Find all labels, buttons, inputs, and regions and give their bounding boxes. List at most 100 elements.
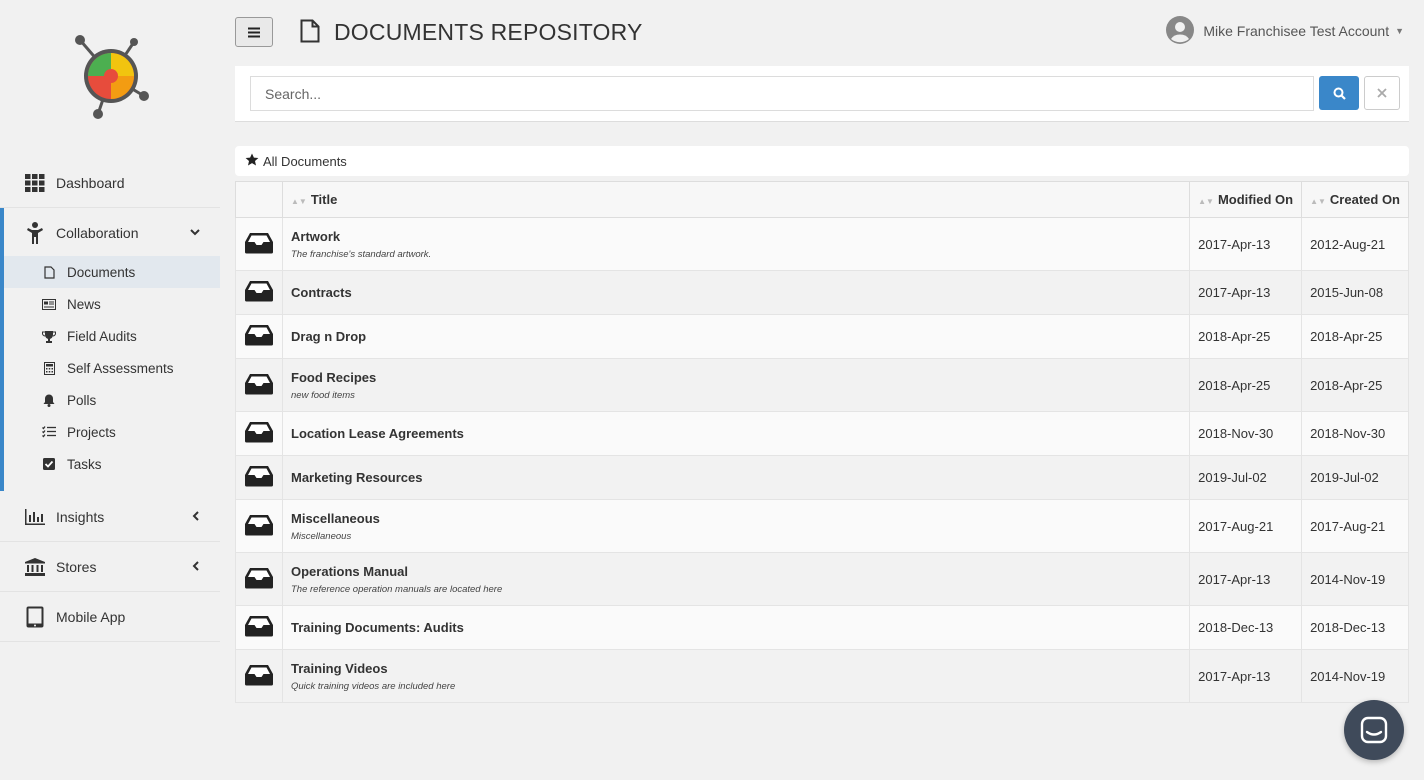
newspaper-icon: [42, 297, 56, 311]
page-header: DOCUMENTS REPOSITORY: [300, 16, 643, 48]
table-row[interactable]: Marketing Resources 2019-Jul-02 2019-Jul-0…: [235, 455, 1409, 500]
modified-cell: 2017-Apr-13: [1189, 217, 1303, 271]
title-cell[interactable]: Contracts: [281, 270, 1191, 315]
title-cell[interactable]: Miscellaneous Miscellaneous: [281, 499, 1191, 553]
sidebar-item-dashboard[interactable]: Dashboard: [0, 158, 220, 208]
folder-icon-cell: [235, 358, 283, 412]
inbox-icon: [244, 325, 274, 349]
chevron-left-icon: [192, 510, 200, 524]
sidebar-item-stores[interactable]: Stores: [0, 542, 220, 592]
sidebar-subitem-label: Tasks: [67, 456, 102, 472]
breadcrumb-label: All Documents: [263, 153, 347, 169]
sidebar-subitem-polls[interactable]: Polls: [4, 384, 220, 416]
sidebar-subitem-tasks[interactable]: Tasks: [4, 448, 220, 480]
sidebar-item-label: Mobile App: [56, 608, 126, 625]
modified-cell: 2018-Apr-25: [1189, 314, 1303, 359]
document-title[interactable]: Operations Manual: [291, 564, 1181, 579]
folder-icon-cell: [235, 411, 283, 456]
document-description: The reference operation manuals are loca…: [291, 583, 503, 595]
created-cell: 2019-Jul-02: [1301, 455, 1409, 500]
modified-cell: 2019-Jul-02: [1189, 455, 1303, 500]
clear-search-button[interactable]: [1364, 76, 1400, 110]
table-row[interactable]: Contracts 2017-Apr-13 2015-Jun-08: [235, 270, 1409, 315]
document-title[interactable]: Location Lease Agreements: [291, 426, 1181, 441]
document-title[interactable]: Contracts: [291, 285, 1181, 300]
sidebar-subitem-field-audits[interactable]: Field Audits: [4, 320, 220, 352]
created-cell: 2012-Aug-21: [1301, 217, 1409, 271]
sidebar-subitem-projects[interactable]: Projects: [4, 416, 220, 448]
inbox-icon: [244, 466, 274, 490]
inbox-icon: [244, 232, 274, 257]
folder-icon-cell: [235, 499, 283, 553]
table-row[interactable]: Food Recipes new food items 2018-Apr-25 201…: [235, 358, 1409, 412]
document-title[interactable]: Artwork: [291, 229, 1181, 244]
sidebar-item-insights[interactable]: Insights: [0, 492, 220, 542]
sidebar-subitem-self-assessments[interactable]: Self Assessments: [4, 352, 220, 384]
created-cell: 2017-Aug-21: [1301, 499, 1409, 553]
document-title[interactable]: Food Recipes: [291, 370, 1181, 385]
inbox-icon: [244, 567, 274, 592]
search-panel: [235, 66, 1409, 122]
hamburger-icon: [248, 27, 260, 37]
created-cell: 2018-Apr-25: [1301, 314, 1409, 359]
inbox-icon: [244, 514, 274, 539]
title-cell[interactable]: Drag n Drop: [281, 314, 1191, 359]
column-header-title[interactable]: ▲▼ Title: [281, 181, 1191, 218]
close-icon: [1377, 88, 1387, 98]
table-row[interactable]: Artwork The franchise's standard artwork.…: [235, 217, 1409, 271]
search-icon: [1333, 87, 1346, 100]
title-cell[interactable]: Training Documents: Audits: [281, 605, 1191, 650]
title-cell[interactable]: Operations Manual The reference operation…: [281, 552, 1191, 606]
search-input[interactable]: [250, 76, 1314, 111]
table-row[interactable]: Training Videos Quick training videos are…: [235, 649, 1409, 703]
trophy-icon: [42, 329, 56, 343]
sidebar-item-collaboration[interactable]: Collaboration: [4, 208, 220, 258]
created-cell: 2015-Jun-08: [1301, 270, 1409, 315]
title-cell[interactable]: Artwork The franchise's standard artwork.: [281, 217, 1191, 271]
table-row[interactable]: Miscellaneous Miscellaneous 2017-Aug-21 201…: [235, 499, 1409, 553]
column-header-modified[interactable]: ▲▼ Modified On: [1189, 181, 1303, 218]
chat-launcher-button[interactable]: [1344, 700, 1404, 760]
sidebar-subitem-label: Field Audits: [67, 328, 137, 344]
logo[interactable]: [70, 30, 152, 122]
table-row[interactable]: Operations Manual The reference operation…: [235, 552, 1409, 606]
document-title[interactable]: Miscellaneous: [291, 511, 1181, 526]
sidebar-subitem-label: Documents: [67, 264, 136, 280]
modified-cell: 2018-Nov-30: [1189, 411, 1303, 456]
search-button[interactable]: [1319, 76, 1359, 110]
sidebar-item-mobile-app[interactable]: Mobile App: [0, 592, 220, 642]
column-header-created[interactable]: ▲▼ Created On: [1301, 181, 1409, 218]
title-cell[interactable]: Training Videos Quick training videos are…: [281, 649, 1191, 703]
tasks-icon: [42, 425, 56, 439]
star-icon: [245, 153, 259, 169]
avatar: [1166, 15, 1195, 47]
title-cell[interactable]: Food Recipes new food items: [281, 358, 1191, 412]
modified-cell: 2017-Apr-13: [1189, 552, 1303, 606]
calculator-icon: [42, 361, 56, 375]
breadcrumb[interactable]: All Documents: [235, 146, 1409, 176]
user-menu[interactable]: Mike Franchisee Test Account ▼: [1166, 15, 1404, 47]
sidebar-subitem-documents[interactable]: Documents: [4, 256, 220, 288]
document-title[interactable]: Marketing Resources: [291, 470, 1181, 485]
column-header-icon: [235, 181, 283, 218]
created-cell: 2014-Nov-19: [1301, 649, 1409, 703]
document-title[interactable]: Drag n Drop: [291, 329, 1181, 344]
title-cell[interactable]: Marketing Resources: [281, 455, 1191, 500]
table-header-row: ▲▼ Title ▲▼ Modified On ▲▼ Created On: [235, 181, 1409, 218]
folder-icon-cell: [235, 552, 283, 606]
title-cell[interactable]: Location Lease Agreements: [281, 411, 1191, 456]
table-row[interactable]: Location Lease Agreements 2018-Nov-30 2018…: [235, 411, 1409, 456]
table-row[interactable]: Training Documents: Audits 2018-Dec-13 201…: [235, 605, 1409, 650]
sidebar-item-label: Insights: [56, 508, 105, 525]
modified-cell: 2018-Apr-25: [1189, 358, 1303, 412]
document-title[interactable]: Training Videos: [291, 661, 1181, 676]
document-title[interactable]: Training Documents: Audits: [291, 620, 1181, 635]
menu-toggle-button[interactable]: [235, 17, 273, 47]
chat-icon: [1360, 716, 1388, 744]
table-row[interactable]: Drag n Drop 2018-Apr-25 2018-Apr-25: [235, 314, 1409, 359]
chevron-left-icon: [192, 560, 200, 574]
sidebar-subitem-news[interactable]: News: [4, 288, 220, 320]
document-description: Miscellaneous: [291, 530, 352, 542]
created-cell: 2014-Nov-19: [1301, 552, 1409, 606]
folder-icon-cell: [235, 649, 283, 703]
